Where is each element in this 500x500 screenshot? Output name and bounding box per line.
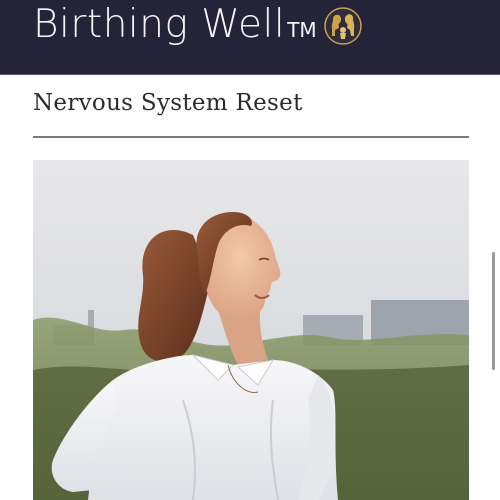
site-header: Birthing Well TM [0, 0, 500, 75]
brand-home-link[interactable]: Birthing Well TM [33, 0, 363, 54]
trademark-mark: TM [287, 18, 317, 42]
scrollbar-thumb[interactable] [492, 252, 495, 370]
hero-photo [33, 160, 469, 500]
page-title: Nervous System Reset [33, 90, 303, 116]
brand-name: Birthing Well [33, 1, 286, 47]
page: Birthing Well TM Nervous System Reset [0, 0, 500, 500]
title-divider [33, 136, 469, 138]
mother-child-logo-icon [323, 6, 363, 46]
